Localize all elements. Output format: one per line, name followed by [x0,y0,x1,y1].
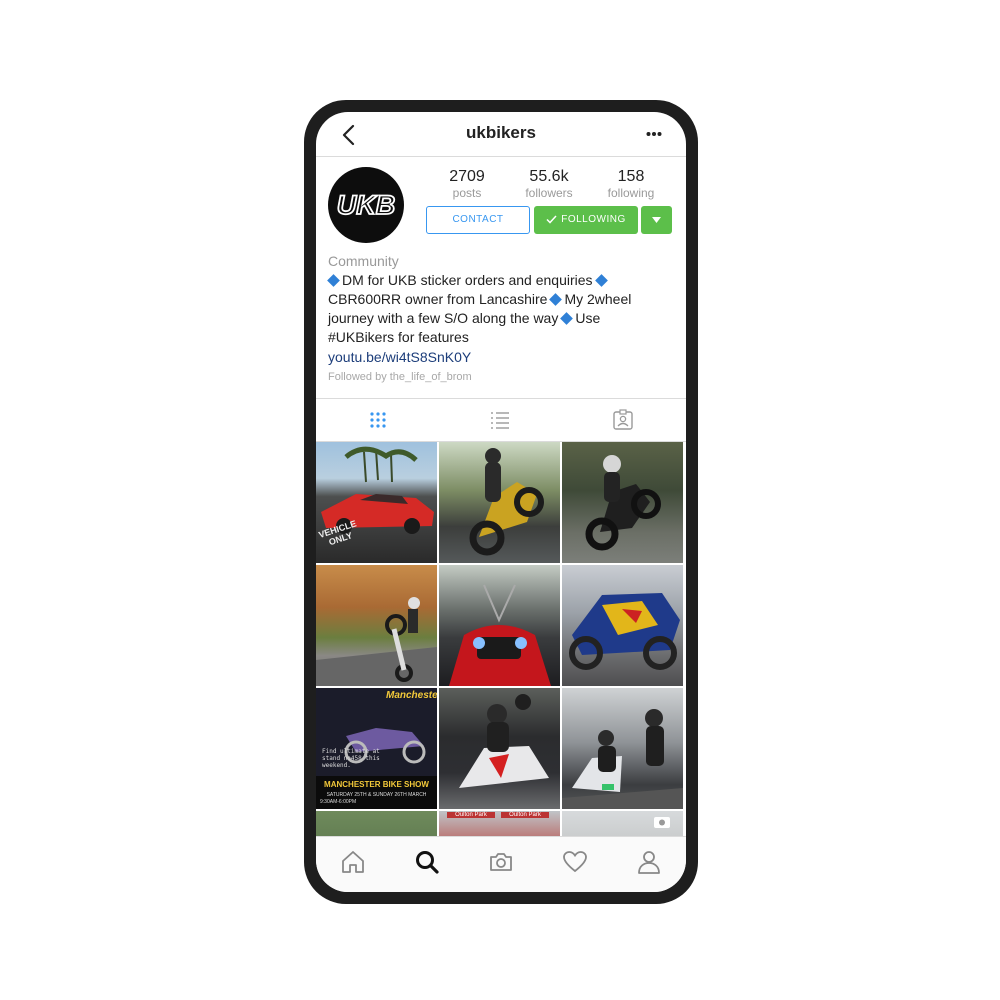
posts-stat[interactable]: 2709 posts [427,168,507,200]
photo-thumbnail[interactable] [562,442,683,563]
followers-count: 55.6k [529,168,569,185]
photo-thumbnail[interactable]: Manchester Find ultimate at stand no458 … [316,688,437,809]
photo-grid: VEHICLE ONLY Manchester Find ultimate at… [316,442,686,836]
photo-yellow-wheelie [469,448,544,556]
avatar[interactable]: UKB [328,167,404,243]
svg-text:UKB: UKB [337,190,396,220]
home-icon[interactable] [340,849,366,875]
bio-line-3a: journey with a few S/O along the way [328,310,559,326]
bio-line-2b: My 2wheel [564,291,632,307]
following-button[interactable]: FOLLOWING [534,206,638,234]
poster-brand: Manchester [386,690,437,701]
check-icon [546,215,557,224]
photo-thumbnail[interactable] [439,442,560,563]
phone-frame: ukbikers UKB 2709 posts 55.6k followers … [304,100,698,904]
following-button-label: FOLLOWING [561,214,626,225]
followers-stat[interactable]: 55.6k followers [509,168,589,200]
photo-track-riders [459,694,549,788]
photo-cockpit-view [449,584,551,686]
view-tabs [316,398,686,442]
blue-diamond-icon [594,274,608,288]
bio-hashtag[interactable]: #UKBikers for features [328,329,469,345]
screen: ukbikers UKB 2709 posts 55.6k followers … [316,112,686,892]
photo-thumbnail[interactable] [316,811,437,836]
suggestions-dropdown-button[interactable] [641,206,672,234]
sign-left: Oulton Park [447,812,495,818]
photo-rider-group [562,709,683,809]
profile-icon[interactable] [636,849,662,875]
blue-diamond-icon [327,274,340,288]
bio-line-2a: CBR600RR owner from Lancashire [328,291,548,307]
bio-line-1: DM for UKB sticker orders and enquiries [342,272,593,288]
top-bar: ukbikers [316,112,686,157]
photo-redbull-bike [569,593,680,670]
photo-thumbnail[interactable] [439,565,560,686]
photo-thumbnail[interactable] [562,688,683,809]
video-camera-icon [654,817,670,828]
poster-show-title: MANCHESTER BIKE SHOW [324,780,429,789]
more-options-icon[interactable] [646,131,662,137]
bio-text: DM for UKB sticker orders and enquiries … [327,271,668,347]
list-icon[interactable] [489,409,511,431]
photo-thumbnail[interactable] [562,565,683,686]
page-title: ukbikers [466,123,536,142]
photo-thumbnail[interactable] [562,811,683,836]
tagged-icon[interactable] [612,409,634,431]
photo-thumbnail[interactable]: Oulton Park Oulton Park [439,811,560,836]
posts-count: 2709 [449,168,485,185]
following-stat[interactable]: 158 following [591,168,671,200]
ukb-logo: UKB [336,189,396,221]
photo-thumbnail[interactable] [439,688,560,809]
photo-thumbnail[interactable]: VEHICLE ONLY [316,442,437,563]
posts-label: posts [452,186,482,200]
following-label: following [607,186,655,200]
bio-link[interactable]: youtu.be/wi4tS8SnK0Y [328,347,668,367]
photo-black-wheelie [585,455,661,551]
bio-section: Community DM for UKB sticker orders and … [327,252,668,386]
poster-dates: SATURDAY 25TH & SUNDAY 26TH MARCH [326,792,427,798]
grid-icon[interactable] [367,409,389,431]
camera-icon[interactable] [488,849,514,875]
blue-diamond-icon [549,293,563,307]
blue-diamond-icon [560,312,574,326]
followed-by-text[interactable]: Followed by the_life_of_brom [328,368,668,386]
search-icon[interactable] [414,849,440,875]
poster-note: Find ultimate at stand no458 this weeken… [322,748,380,769]
poster-time: 9:30AM-6:00PM [320,799,357,805]
caret-down-icon [652,217,661,223]
following-count: 158 [617,168,645,185]
photo-thumbnail[interactable] [316,565,437,686]
followers-label: followers [525,186,573,200]
contact-button[interactable]: CONTACT [426,206,530,234]
photo-autumn-wheelie [316,597,437,686]
bio-line-3b: Use [575,310,601,326]
sign-right: Oulton Park [501,812,549,818]
bottom-nav [316,836,686,892]
heart-icon[interactable] [562,849,588,875]
profile-category: Community [328,253,399,269]
